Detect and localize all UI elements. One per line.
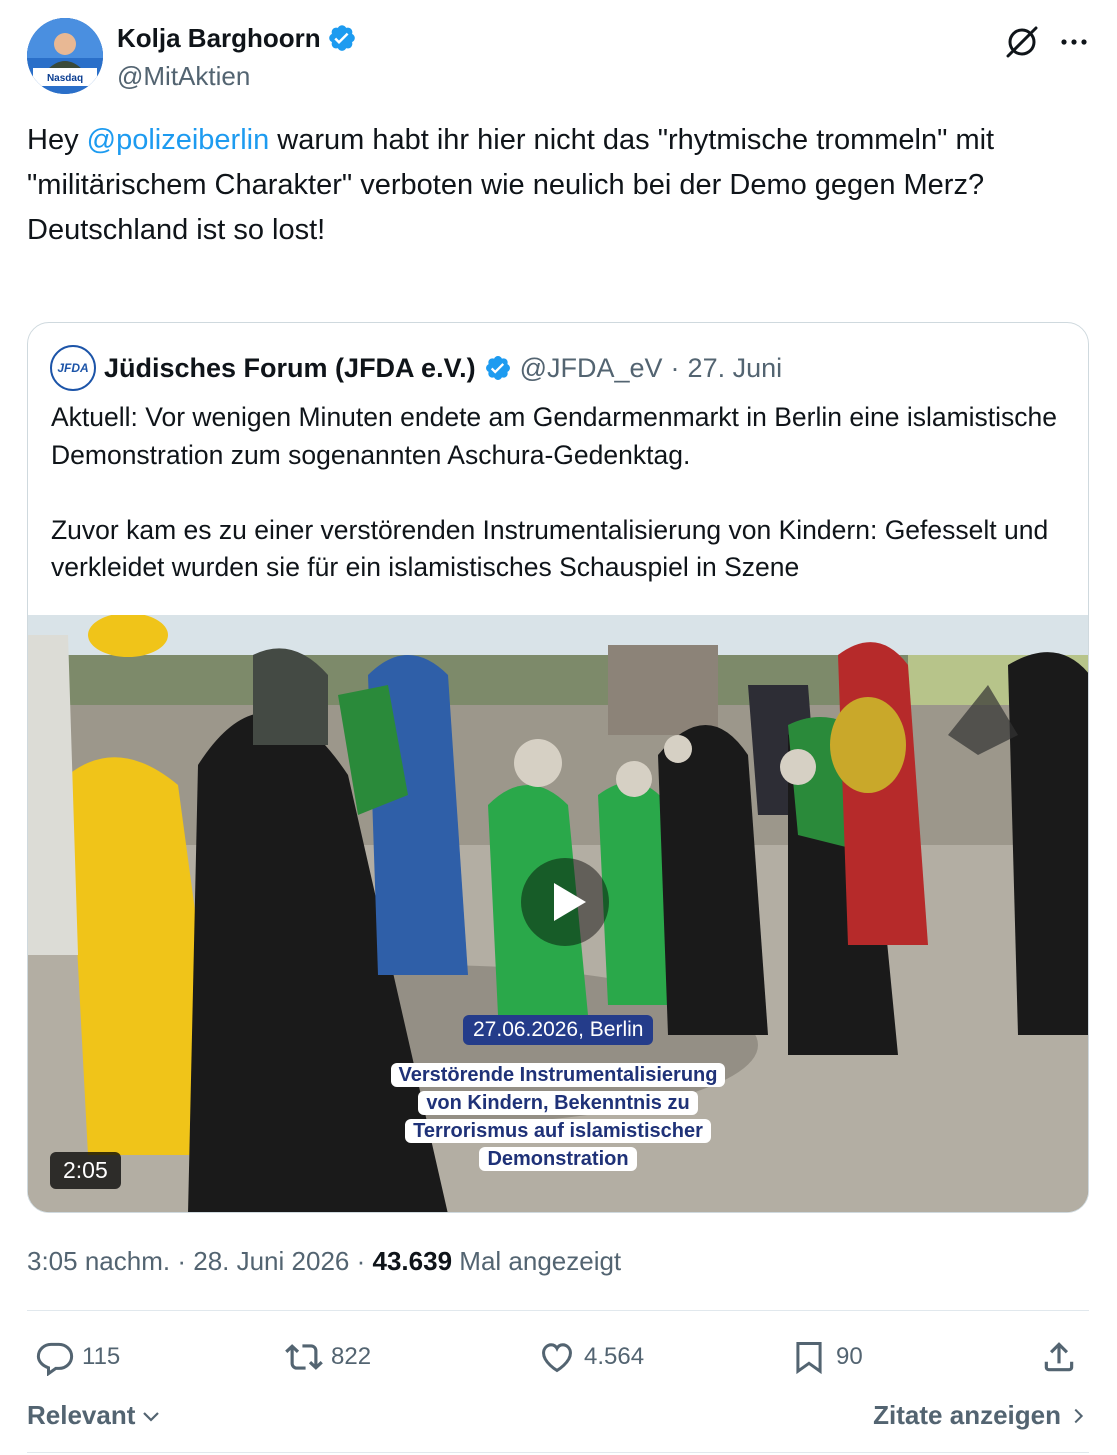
share-button[interactable] [1040, 1336, 1078, 1378]
view-count: 43.639 [372, 1246, 453, 1276]
quote-text: Aktuell: Vor wenigen Minuten endete am G… [51, 402, 1058, 582]
reply-count: 115 [82, 1343, 121, 1370]
tweet-text-pre: Hey [27, 124, 87, 156]
tweet-meta: 3:05 nachm. · 28. Juni 2026 · 43.639 Mal… [27, 1244, 621, 1278]
quote-avatar[interactable]: JFDA [50, 345, 96, 391]
author-handle[interactable]: @MitAktien [117, 60, 250, 92]
tweet-text: Hey @polizeiberlin warum habt ihr hier n… [27, 118, 1092, 253]
share-icon [1044, 1342, 1074, 1372]
verified-badge-icon [328, 25, 355, 51]
video-player[interactable]: 27.06.2026, Berlin Verstörende Instrumen… [28, 615, 1088, 1212]
view-quotes-label: Zitate anzeigen [873, 1400, 1061, 1430]
like-count: 4.564 [584, 1343, 645, 1370]
bookmark-count: 90 [836, 1343, 863, 1370]
tweet-date[interactable]: 28. Juni 2026 [193, 1246, 349, 1276]
grok-icon[interactable] [1004, 24, 1040, 60]
video-caption-line: von Kindern, Bekenntnis zu [418, 1091, 698, 1115]
chevron-down-icon [143, 1411, 160, 1422]
video-caption-line: Verstörende Instrumentalisierung [390, 1063, 726, 1087]
quote-separator: · [670, 352, 680, 383]
tweet-header: Nasdaq Kolja Barghoorn @MitAktien [27, 18, 1092, 96]
reply-button[interactable]: 115 [36, 1336, 120, 1378]
meta-separator: · [177, 1246, 186, 1276]
more-icon[interactable] [1056, 24, 1092, 60]
divider [27, 1310, 1089, 1311]
video-caption-date: 27.06.2026, Berlin [463, 1015, 654, 1045]
video-caption-line: Terrorismus auf islamistischer [405, 1119, 711, 1143]
reply-icon [36, 1342, 74, 1376]
like-button[interactable]: 4.564 [538, 1336, 644, 1378]
repost-button[interactable]: 822 [285, 1336, 371, 1378]
repost-count: 822 [331, 1343, 372, 1370]
author-avatar[interactable]: Nasdaq [27, 18, 103, 94]
sort-dropdown[interactable]: Relevant [27, 1400, 163, 1431]
sort-label: Relevant [27, 1400, 136, 1430]
svg-text:Nasdaq: Nasdaq [47, 73, 83, 84]
video-caption-title: Verstörende Instrumentalisierung von Kin… [378, 1061, 738, 1173]
video-duration: 2:05 [50, 1152, 121, 1189]
quote-header: JFDA Jüdisches Forum (JFDA e.V.) @JFDA_e… [50, 345, 782, 391]
tweet-time[interactable]: 3:05 nachm. [27, 1246, 170, 1276]
divider [27, 1452, 1089, 1453]
bookmark-button[interactable]: 90 [790, 1336, 863, 1378]
bookmark-icon [796, 1342, 822, 1375]
author-name[interactable]: Kolja Barghoorn [117, 22, 321, 54]
meta-separator: · [356, 1246, 366, 1276]
view-label: Mal angezeigt [459, 1246, 622, 1276]
quote-author-name[interactable]: Jüdisches Forum (JFDA e.V.) [104, 353, 476, 384]
quoted-tweet[interactable]: JFDA Jüdisches Forum (JFDA e.V.) @JFDA_e… [27, 322, 1089, 1213]
chevron-right-icon [1074, 1408, 1084, 1423]
repost-icon [285, 1344, 323, 1370]
divider-spacer [27, 1394, 1089, 1395]
mention-link[interactable]: @polizeiberlin [87, 124, 270, 156]
view-quotes-link[interactable]: Zitate anzeigen [873, 1400, 1089, 1431]
quote-date[interactable]: 27. Juni [688, 353, 783, 384]
play-icon[interactable] [520, 857, 610, 947]
like-icon [542, 1343, 572, 1373]
author-name-row[interactable]: Kolja Barghoorn [117, 22, 357, 54]
video-caption-line: Demonstration [479, 1147, 637, 1171]
verified-badge-icon [485, 356, 510, 380]
quote-author-handle: @JFDA_eV [519, 352, 663, 383]
